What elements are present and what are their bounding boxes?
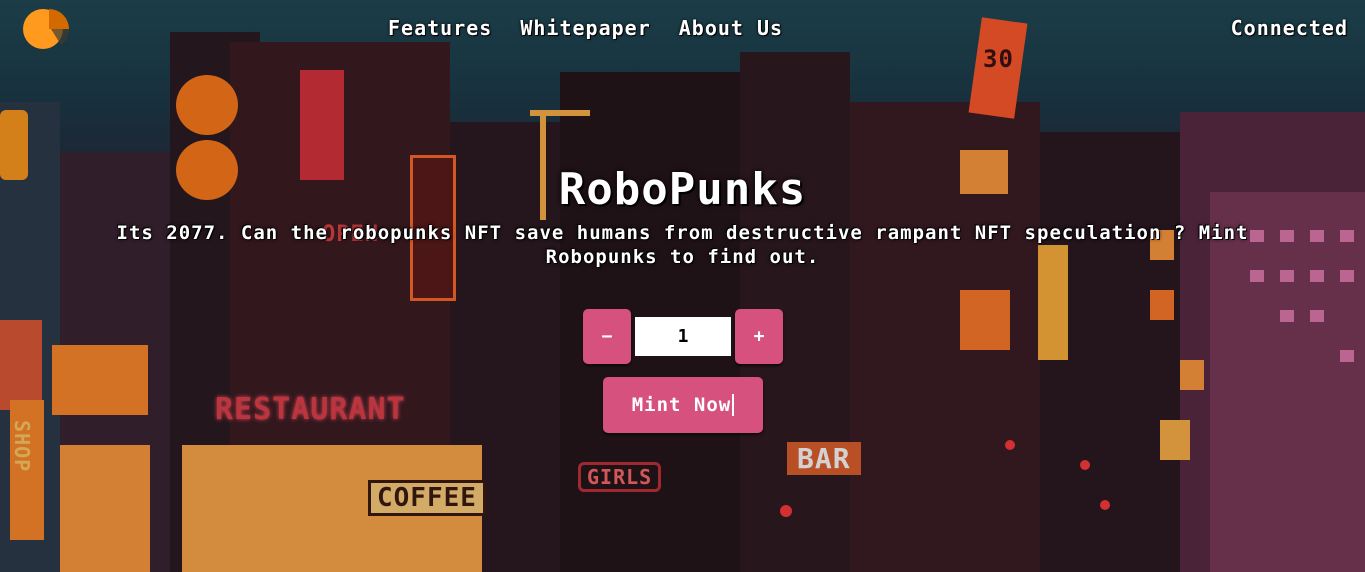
cyberpunk-city-background: RESTAURANT COFFEE SHOP GIRLS BAR 30 OPEN (0, 0, 1365, 572)
wallet-status[interactable]: Connected (1231, 16, 1348, 40)
hero-title: RoboPunks (558, 164, 807, 215)
quantity-stepper: − + (583, 309, 783, 364)
mint-now-button[interactable]: Mint Now (603, 377, 763, 433)
nav-link-about-us[interactable]: About Us (679, 16, 783, 40)
page: RESTAURANT COFFEE SHOP GIRLS BAR 30 OPEN… (0, 0, 1365, 572)
mint-now-label: Mint Now (631, 393, 732, 416)
quantity-input[interactable] (635, 317, 731, 356)
nav-link-whitepaper[interactable]: Whitepaper (520, 16, 650, 40)
increment-button[interactable]: + (735, 309, 783, 364)
text-caret (732, 394, 735, 417)
decrement-button[interactable]: − (583, 309, 631, 364)
orange-pie-logo-icon[interactable] (19, 5, 71, 51)
navbar: Features Whitepaper About Us Connected (0, 0, 1365, 58)
hero-subtitle: Its 2077. Can the robopunks NFT save hum… (116, 222, 1249, 268)
nav-links: Features Whitepaper About Us (388, 16, 783, 40)
nav-link-features[interactable]: Features (388, 16, 492, 40)
